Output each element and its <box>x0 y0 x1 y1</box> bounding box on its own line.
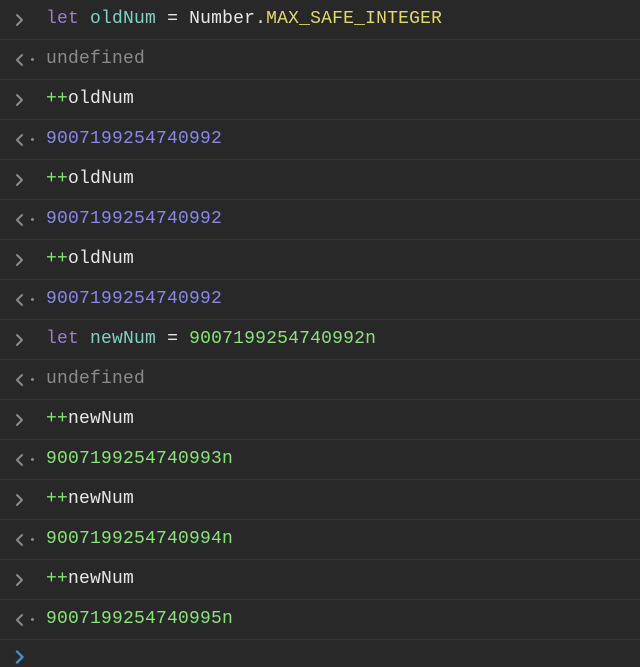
console-input-row: ++oldNum <box>0 240 640 280</box>
console-output-text: 9007199254740992 <box>46 127 630 152</box>
output-chevron-icon <box>14 213 34 227</box>
input-chevron-icon <box>14 13 34 27</box>
console-input-text: let oldNum = Number.MAX_SAFE_INTEGER <box>46 7 630 32</box>
console-input-row: let oldNum = Number.MAX_SAFE_INTEGER <box>0 0 640 40</box>
token: 9007199254740992 <box>46 209 222 229</box>
console-input-row: ++oldNum <box>0 80 640 120</box>
input-chevron-icon <box>14 333 34 347</box>
token: oldNum <box>68 169 134 189</box>
input-chevron-icon <box>14 253 34 267</box>
console-output-text: undefined <box>46 367 630 392</box>
output-dot-icon <box>31 618 34 621</box>
token: undefined <box>46 49 145 69</box>
console-input-row: let newNum = 9007199254740992n <box>0 320 640 360</box>
console-input-text: ++newNum <box>46 487 630 512</box>
token: 9007199254740992 <box>46 289 222 309</box>
output-dot-icon <box>31 218 34 221</box>
output-chevron-icon <box>14 53 34 67</box>
token: oldNum <box>68 249 134 269</box>
output-dot-icon <box>31 298 34 301</box>
cursor-chevron-icon <box>14 650 34 664</box>
console-output-row: 9007199254740992 <box>0 280 640 320</box>
input-chevron-icon <box>14 573 34 587</box>
console-output-text: 9007199254740992 <box>46 287 630 312</box>
token <box>156 329 167 349</box>
token: 9007199254740993n <box>46 449 233 469</box>
console-input-row: ++newNum <box>0 560 640 600</box>
token: 9007199254740994n <box>46 529 233 549</box>
token: oldNum <box>90 9 156 29</box>
console-output-row: 9007199254740995n <box>0 600 640 640</box>
token: ++ <box>46 249 68 269</box>
console-output-text: 9007199254740995n <box>46 607 630 632</box>
input-chevron-icon <box>14 413 34 427</box>
token: 9007199254740992n <box>189 329 376 349</box>
token <box>178 9 189 29</box>
token: = <box>167 9 178 29</box>
console-input-text: ++oldNum <box>46 167 630 192</box>
token: ++ <box>46 489 68 509</box>
token: Number <box>189 9 255 29</box>
token: . <box>255 9 266 29</box>
console-output-row: 9007199254740993n <box>0 440 640 480</box>
output-dot-icon <box>31 138 34 141</box>
token <box>79 329 90 349</box>
token: let <box>46 329 79 349</box>
token: = <box>167 329 178 349</box>
console-output-text: undefined <box>46 47 630 72</box>
token: newNum <box>68 569 134 589</box>
token: newNum <box>68 489 134 509</box>
input-chevron-icon <box>14 493 34 507</box>
output-chevron-icon <box>14 533 34 547</box>
output-chevron-icon <box>14 133 34 147</box>
token: 9007199254740992 <box>46 129 222 149</box>
console-input-text: ++oldNum <box>46 87 630 112</box>
console-output-row: undefined <box>0 360 640 400</box>
token <box>156 9 167 29</box>
console-output-row: undefined <box>0 40 640 80</box>
token: ++ <box>46 89 68 109</box>
output-dot-icon <box>31 538 34 541</box>
token: newNum <box>68 409 134 429</box>
console-output-row: 9007199254740992 <box>0 200 640 240</box>
console-input-text: ++newNum <box>46 567 630 592</box>
token: let <box>46 9 79 29</box>
input-chevron-icon <box>14 93 34 107</box>
output-dot-icon <box>31 58 34 61</box>
console-output-text: 9007199254740993n <box>46 447 630 472</box>
token: newNum <box>90 329 156 349</box>
token: ++ <box>46 409 68 429</box>
console-output-row: 9007199254740994n <box>0 520 640 560</box>
output-dot-icon <box>31 378 34 381</box>
console: let oldNum = Number.MAX_SAFE_INTEGERunde… <box>0 0 640 667</box>
output-chevron-icon <box>14 613 34 627</box>
console-input-row: ++newNum <box>0 400 640 440</box>
console-output-text: 9007199254740994n <box>46 527 630 552</box>
token: undefined <box>46 369 145 389</box>
input-chevron-icon <box>14 173 34 187</box>
output-chevron-icon <box>14 293 34 307</box>
console-input-row: ++oldNum <box>0 160 640 200</box>
token: oldNum <box>68 89 134 109</box>
token <box>79 9 90 29</box>
console-output-row: 9007199254740992 <box>0 120 640 160</box>
console-active-prompt[interactable] <box>0 640 640 667</box>
console-input-text: ++newNum <box>46 407 630 432</box>
output-chevron-icon <box>14 373 34 387</box>
token: 9007199254740995n <box>46 609 233 629</box>
console-output-text: 9007199254740992 <box>46 207 630 232</box>
console-input-row: ++newNum <box>0 480 640 520</box>
token: ++ <box>46 569 68 589</box>
console-input-text: let newNum = 9007199254740992n <box>46 327 630 352</box>
token: MAX_SAFE_INTEGER <box>266 9 442 29</box>
console-input-text: ++oldNum <box>46 247 630 272</box>
token: ++ <box>46 169 68 189</box>
output-chevron-icon <box>14 453 34 467</box>
output-dot-icon <box>31 458 34 461</box>
token <box>178 329 189 349</box>
